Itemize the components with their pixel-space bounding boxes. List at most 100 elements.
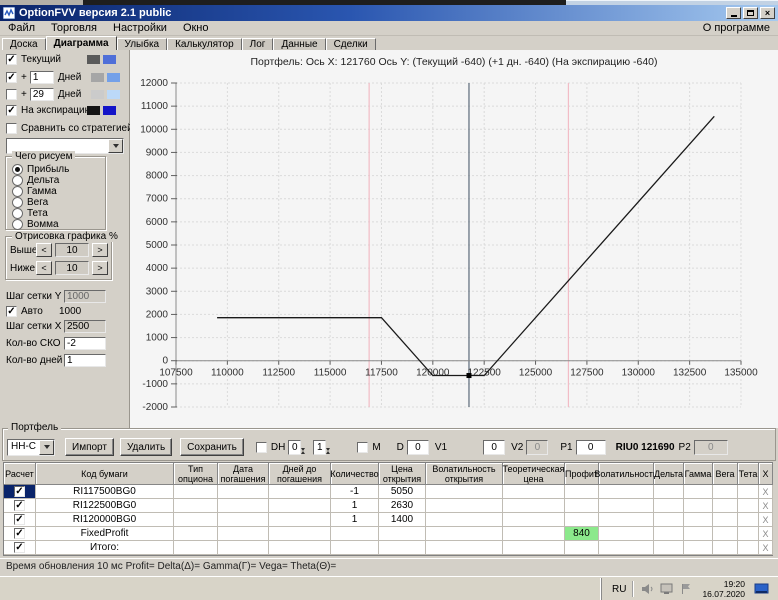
row-calc-checkbox[interactable]	[14, 486, 25, 497]
row-delete-button[interactable]: X	[759, 499, 773, 513]
range-below-increase-button[interactable]: >	[92, 261, 108, 275]
plus1-days-input[interactable]	[29, 71, 54, 84]
tab-deals[interactable]: Сделки	[325, 38, 376, 50]
expiry-line-checkbox[interactable]	[6, 105, 17, 116]
table-total-row[interactable]: Итого: X	[4, 541, 773, 555]
table-row[interactable]: RI120000BG0 1 1400 X	[4, 513, 773, 527]
p1-input[interactable]	[575, 439, 606, 455]
current-line-color-swatch-2[interactable]	[103, 55, 116, 64]
menu-settings[interactable]: Настройки	[105, 21, 175, 35]
radio-gamma[interactable]	[12, 186, 23, 197]
dh-checkbox[interactable]	[255, 441, 267, 453]
range-above-decrease-button[interactable]: <	[36, 243, 52, 257]
plus29-line-color-swatch-2[interactable]	[106, 90, 120, 99]
table-row[interactable]: RI122500BG0 1 2630 X	[4, 499, 773, 513]
menu-file[interactable]: Файл	[0, 21, 43, 35]
radio-vega[interactable]	[12, 197, 23, 208]
row-delete-button[interactable]: X	[759, 527, 773, 541]
plus29-line-checkbox[interactable]	[6, 89, 17, 100]
menu-about[interactable]: О программе	[695, 21, 778, 35]
profit-cell: 840	[565, 527, 599, 541]
grid-step-x-input[interactable]	[64, 320, 106, 333]
payoff-chart[interactable]: -2000 -1000 0 1000 2000 3000 4000 5000 6000 7000 8…	[130, 70, 778, 426]
v1-input[interactable]	[483, 439, 506, 455]
save-button[interactable]: Сохранить	[180, 438, 244, 456]
import-button[interactable]: Импорт	[65, 438, 114, 456]
table-row[interactable]: FixedProfit 840 X	[4, 527, 773, 541]
svg-text:120000: 120000	[416, 368, 450, 379]
plus1-line-color-swatch-1[interactable]	[90, 73, 104, 82]
expiry-line-color-swatch-1[interactable]	[87, 106, 100, 115]
system-tray: RU 19:20 16.07.2020	[601, 578, 777, 600]
current-line-color-swatch-1[interactable]	[87, 55, 100, 64]
language-indicator[interactable]: RU	[612, 584, 626, 595]
radio-delta[interactable]	[12, 175, 23, 186]
display-icon[interactable]	[660, 583, 674, 595]
portfolio-combobox[interactable]: НН-С	[7, 438, 55, 456]
window-titlebar: OptionFVV версия 2.1 public ×	[0, 5, 778, 21]
svg-text:135000: 135000	[724, 368, 758, 379]
price-cell: 1400	[379, 513, 426, 527]
close-icon: ×	[764, 7, 771, 18]
svg-text:2000: 2000	[146, 309, 169, 320]
row-delete-button[interactable]: X	[759, 541, 773, 555]
range-above-increase-button[interactable]: >	[92, 243, 108, 257]
radio-theta[interactable]	[12, 208, 23, 219]
strategy-combobox-drop-button[interactable]	[108, 139, 123, 153]
plus1-line-color-swatch-2[interactable]	[106, 73, 120, 82]
tab-calculator[interactable]: Калькулятор	[167, 38, 242, 50]
menu-window[interactable]: Окно	[175, 21, 217, 35]
delete-button[interactable]: Удалить	[119, 438, 173, 456]
tray-separator	[632, 581, 634, 597]
spin-down-icon[interactable]	[326, 447, 331, 462]
radio-profit[interactable]	[12, 164, 23, 175]
grid-step-y-input[interactable]	[64, 290, 106, 303]
days-count-input[interactable]	[64, 354, 106, 367]
plus29-days-input[interactable]	[29, 88, 54, 101]
compare-strategy-checkbox[interactable]	[6, 123, 17, 134]
menu-trading[interactable]: Торговля	[43, 21, 105, 35]
row-delete-button[interactable]: X	[759, 485, 773, 499]
d-input[interactable]	[406, 439, 429, 455]
flag-icon[interactable]	[680, 583, 693, 595]
row-calc-checkbox[interactable]	[14, 528, 25, 539]
plus29-line-color-swatch-1[interactable]	[90, 90, 104, 99]
v2-input[interactable]	[526, 439, 549, 455]
grid-step-y-row: Шаг сетки Y	[6, 290, 106, 303]
row-calc-checkbox[interactable]	[14, 514, 25, 525]
spin-down-icon[interactable]	[301, 447, 306, 462]
code-cell: RI120000BG0	[36, 513, 174, 527]
qty-cell: 1	[331, 513, 379, 527]
range-below-decrease-button[interactable]: <	[36, 261, 52, 275]
expiry-line-color-swatch-2[interactable]	[103, 106, 116, 115]
minimize-button[interactable]	[726, 7, 741, 19]
sko-input[interactable]	[64, 337, 106, 350]
m-checkbox[interactable]	[357, 441, 369, 453]
dh-spinner-2[interactable]: 1	[313, 439, 335, 462]
tab-log[interactable]: Лог	[241, 38, 274, 50]
p2-input[interactable]	[693, 439, 728, 455]
dh-spinner-1[interactable]: 0	[288, 439, 310, 462]
monitor-blue-icon[interactable]	[754, 582, 770, 596]
tab-data[interactable]: Данные	[273, 38, 326, 50]
col-header-open-price: Цена открытия	[379, 463, 426, 485]
dh-spinner-1-value: 0	[288, 439, 302, 455]
radio-vomma-label: Вомма	[27, 219, 59, 230]
auto-checkbox[interactable]	[6, 306, 17, 317]
tab-diagram[interactable]: Диаграмма	[45, 36, 117, 50]
plus1-line-checkbox[interactable]	[6, 72, 17, 83]
positions-table: Расчет Код бумаги Тип опциона Дата погаш…	[3, 462, 773, 556]
tab-board[interactable]: Доска	[2, 38, 46, 50]
speaker-icon[interactable]	[641, 583, 654, 595]
row-calc-checkbox[interactable]	[14, 542, 25, 553]
table-row[interactable]: RI117500BG0 -1 5050 X	[4, 485, 773, 499]
row-delete-button[interactable]: X	[759, 513, 773, 527]
row-calc-checkbox[interactable]	[14, 500, 25, 511]
svg-text:132500: 132500	[673, 368, 707, 379]
maximize-button[interactable]	[743, 7, 758, 19]
tab-smile[interactable]: Улыбка	[116, 38, 168, 50]
close-button[interactable]: ×	[760, 7, 775, 19]
radio-vomma[interactable]	[12, 219, 23, 230]
current-line-checkbox[interactable]	[6, 54, 17, 65]
portfolio-combobox-drop-button[interactable]	[39, 439, 54, 455]
